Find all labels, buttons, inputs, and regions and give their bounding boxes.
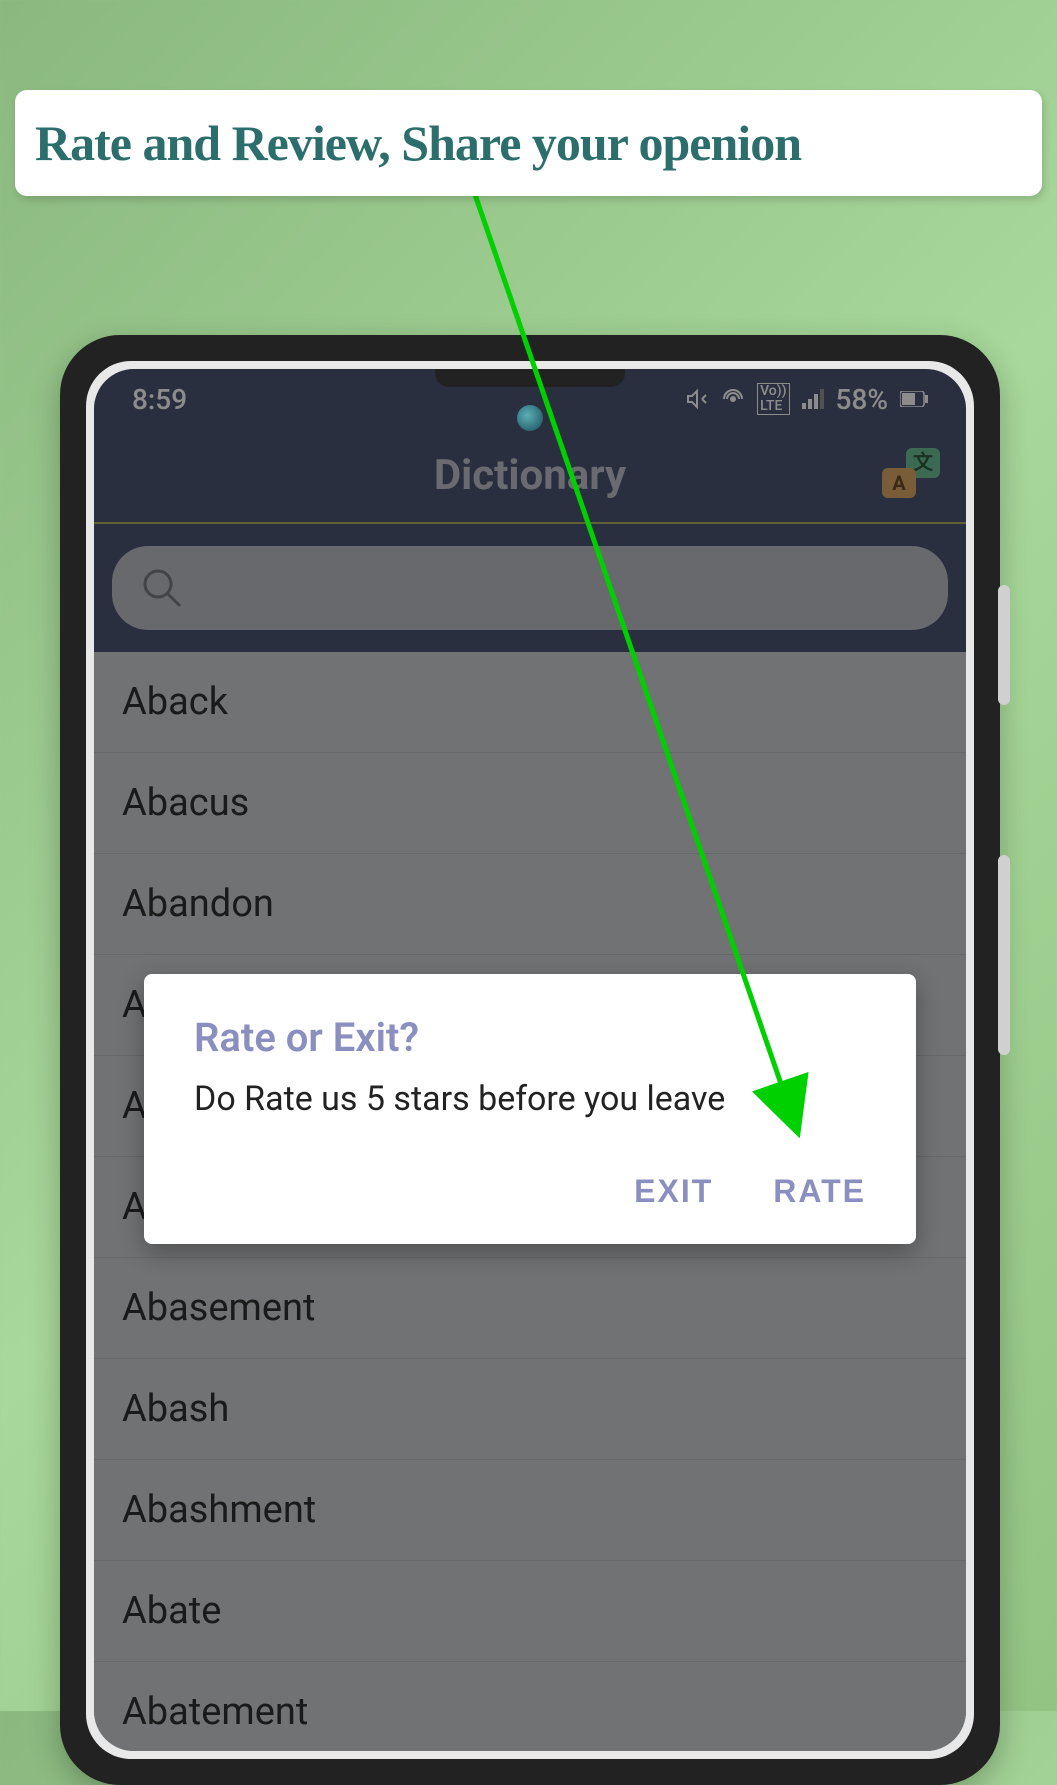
rate-button[interactable]: RATE <box>773 1173 866 1210</box>
rate-dialog: Rate or Exit? Do Rate us 5 stars before … <box>144 974 916 1244</box>
promo-banner: Rate and Review, Share your openion <box>15 90 1042 196</box>
dialog-message: Do Rate us 5 stars before you leave <box>194 1079 866 1119</box>
dialog-title: Rate or Exit? <box>194 1014 866 1061</box>
phone-side-button <box>998 855 1010 1055</box>
phone-screen: 8:59 Vo))LTE 58% Dictionary 文 <box>94 369 966 1751</box>
phone-side-button <box>998 585 1010 705</box>
phone-camera <box>517 405 543 431</box>
phone-frame: 8:59 Vo))LTE 58% Dictionary 文 <box>60 335 1000 1785</box>
exit-button[interactable]: EXIT <box>634 1173 713 1210</box>
promo-banner-text: Rate and Review, Share your openion <box>35 114 1022 172</box>
phone-notch <box>435 369 625 387</box>
